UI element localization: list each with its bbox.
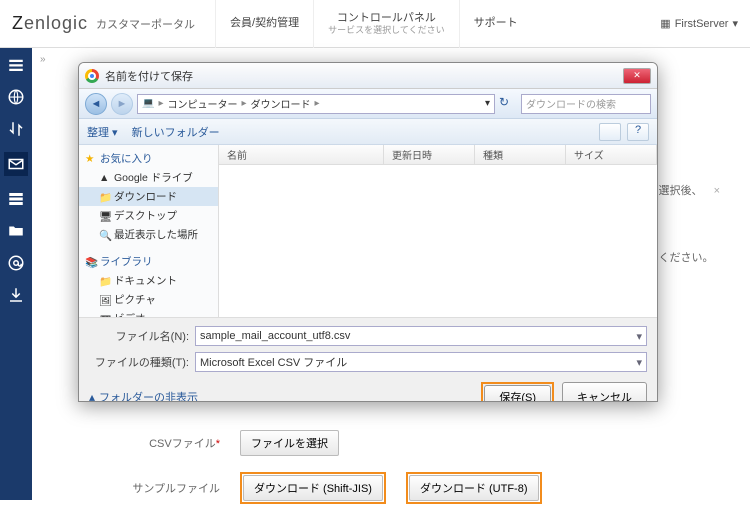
forward-button[interactable]: ► [111,93,133,115]
portal-label: カスタマーポータル [96,16,195,32]
address-bar[interactable]: 💻▸ コンピューター▸ ダウンロード▸ ▾ [137,94,495,114]
drive-icon: ▲ [99,172,111,184]
star-icon: ★ [85,153,97,165]
sample-file-label: サンプルファイル [120,480,220,496]
chevron-down-icon: ▾ [732,17,738,30]
transfer-icon[interactable] [7,120,25,138]
picture-icon: 🖼 [99,294,111,306]
at-icon[interactable] [7,254,25,272]
close-icon[interactable]: × [714,185,720,197]
choose-file-button[interactable]: ファイルを選択 [240,430,339,456]
list-icon[interactable] [7,190,25,208]
download-utf8-button[interactable]: ダウンロード (UTF-8) [409,475,539,501]
refresh-icon[interactable]: ↻ [499,95,517,113]
expand-icon[interactable]: ▴ [89,390,95,402]
user-menu[interactable]: ▦FirstServer▾ [660,17,738,30]
tree-item[interactable]: 📁ドキュメント [79,271,218,290]
server-icon: ▦ [660,17,670,30]
download-icon[interactable] [7,286,25,304]
menu-icon[interactable] [7,56,25,74]
save-as-dialog: 名前を付けて保存 ✕ ◄ ► 💻▸ コンピューター▸ ダウンロード▸ ▾ ↻ ダ… [78,62,658,402]
chrome-icon [85,69,99,83]
new-folder-button[interactable]: 新しいフォルダー [132,124,220,140]
tree-item[interactable]: 🎞ビデオ [79,309,218,317]
folder-icon[interactable] [7,222,25,240]
logo: Zenlogic [12,13,88,34]
computer-icon: 💻 [142,98,154,109]
csv-file-label: CSVファイル* [120,435,220,451]
tree-item[interactable]: 🔍最近表示した場所 [79,225,218,244]
back-button[interactable]: ◄ [85,93,107,115]
dialog-bottom: ファイル名(N): sample_mail_account_utf8.csv フ… [79,317,657,402]
video-icon: 🎞 [99,313,111,318]
tree-item[interactable]: 🖼ピクチャ [79,290,218,309]
dialog-title: 名前を付けて保存 [105,68,193,84]
form-area: CSVファイル* ファイルを選択 サンプルファイル ダウンロード (Shift-… [120,430,542,520]
mail-icon[interactable] [4,152,28,176]
globe-icon[interactable] [7,88,25,106]
save-button[interactable]: 保存(S) [484,385,551,402]
hide-folders-link[interactable]: フォルダーの非表示 [99,389,198,402]
nav-membership[interactable]: 会員/契約管理 [215,0,313,48]
filename-input[interactable]: sample_mail_account_utf8.csv [195,326,647,346]
breadcrumb: » [40,54,46,65]
recent-icon: 🔍 [99,229,111,241]
cancel-button[interactable]: キャンセル [562,382,647,402]
nav-support[interactable]: サポート [459,0,532,48]
list-header: 名前 更新日時 種類 サイズ [219,145,657,165]
filetype-select[interactable]: Microsoft Excel CSV ファイル [195,352,647,372]
download-sjis-button[interactable]: ダウンロード (Shift-JIS) [243,475,383,501]
library-icon: 📚 [85,256,97,268]
dialog-close-button[interactable]: ✕ [623,68,651,84]
dialog-titlebar[interactable]: 名前を付けて保存 ✕ [79,63,657,89]
folder-icon: 📁 [99,191,111,203]
file-list[interactable]: 名前 更新日時 種類 サイズ [219,145,657,317]
desktop-icon: 🖥 [99,210,111,222]
top-header: Zenlogic カスタマーポータル 会員/契約管理 コントロールパネルサービス… [0,0,750,48]
organize-menu[interactable]: 整理 ▾ [87,124,118,140]
tree-item-downloads[interactable]: 📁ダウンロード [79,187,218,206]
tree-item[interactable]: ▲Google ドライブ [79,168,218,187]
folder-icon: 📁 [99,275,111,287]
help-button[interactable]: ? [627,123,649,141]
folder-tree[interactable]: ★お気に入り ▲Google ドライブ 📁ダウンロード 🖥デスクトップ 🔍最近表… [79,145,219,317]
dialog-nav: ◄ ► 💻▸ コンピューター▸ ダウンロード▸ ▾ ↻ ダウンロードの検索 [79,89,657,119]
view-button[interactable] [599,123,621,141]
search-input[interactable]: ダウンロードの検索 [521,94,651,114]
tree-item[interactable]: 🖥デスクトップ [79,206,218,225]
filename-label: ファイル名(N): [89,328,189,344]
sidebar [0,48,32,500]
nav-control-panel[interactable]: コントロールパネルサービスを選択してください [313,0,458,48]
filetype-label: ファイルの種類(T): [89,354,189,370]
dialog-toolbar: 整理 ▾ 新しいフォルダー ? [79,119,657,145]
